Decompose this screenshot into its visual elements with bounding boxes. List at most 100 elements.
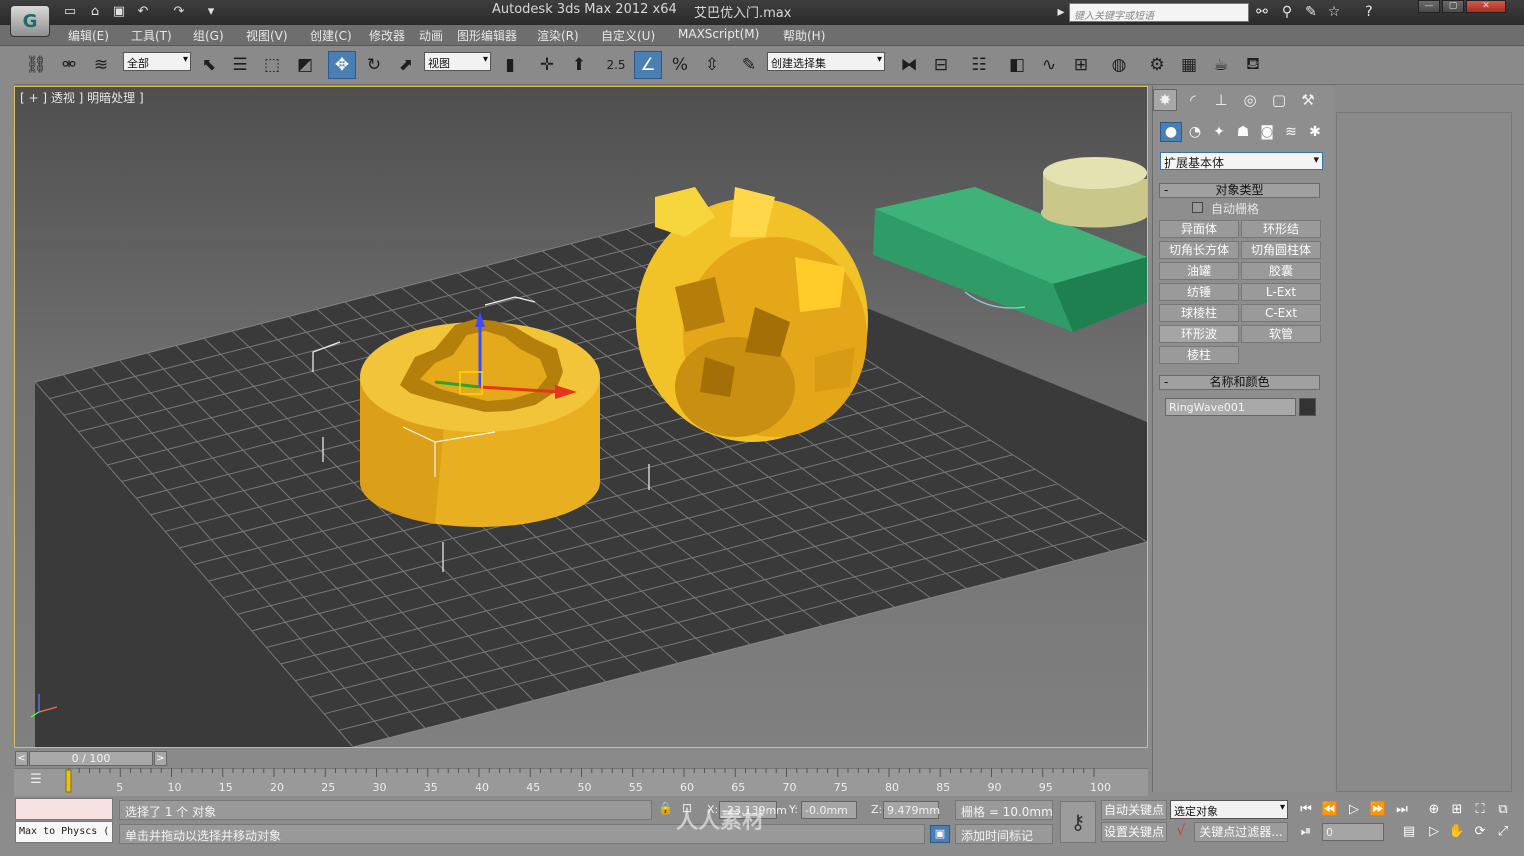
cameras-icon[interactable]: ☗ <box>1232 122 1254 142</box>
utilities-tab-icon[interactable]: ⚒ <box>1296 89 1320 111</box>
snaps-toggle-icon[interactable]: 2.5 <box>602 51 630 79</box>
zoom-all-icon[interactable]: ⊞ <box>1447 801 1467 819</box>
ref-coord-dropdown[interactable]: 视图 <box>424 52 491 71</box>
auto-key-button[interactable]: 自动关键点 <box>1101 800 1167 820</box>
percent-snap-icon[interactable]: % <box>666 51 694 79</box>
ringwave-button[interactable]: 环形波 <box>1159 325 1239 343</box>
communication-icon[interactable]: ✎ <box>1302 4 1320 21</box>
next-frame-icon[interactable]: > <box>154 751 167 766</box>
selection-filter-dropdown[interactable]: 全部 <box>123 52 191 71</box>
time-cursor[interactable] <box>65 769 72 793</box>
motion-tab-icon[interactable]: ◎ <box>1238 89 1262 111</box>
torus-knot-button[interactable]: 环形结 <box>1241 220 1321 238</box>
bind-space-warp-icon[interactable]: ≋ <box>87 51 115 79</box>
render-setup-icon[interactable]: ⚙ <box>1143 51 1171 79</box>
hose-button[interactable]: 软管 <box>1241 325 1321 343</box>
set-key-icon[interactable]: ⚷ <box>1060 801 1096 843</box>
zoom-extents-icon[interactable]: ⛶ <box>1470 801 1490 819</box>
select-by-name-icon[interactable]: ☰ <box>226 51 254 79</box>
c-ext-button[interactable]: C-Ext <box>1241 304 1321 322</box>
curve-editor-icon[interactable]: ∿ <box>1035 51 1063 79</box>
menu-help[interactable]: 帮助(H) <box>783 27 825 44</box>
autogrid-checkbox[interactable] <box>1192 202 1203 213</box>
help-icon[interactable]: ? <box>1360 4 1378 21</box>
new-file-icon[interactable]: ▭ <box>61 4 79 20</box>
save-icon[interactable]: ▣ <box>110 4 128 20</box>
cylinder-object[interactable] <box>1040 157 1147 228</box>
viewport-scene[interactable] <box>15 87 1147 747</box>
object-color-swatch[interactable] <box>1299 398 1316 416</box>
favorites-icon[interactable]: ☆ <box>1325 4 1343 21</box>
binoculars-icon[interactable]: ⚯ <box>1253 4 1271 21</box>
mirror-icon[interactable]: ⧓ <box>895 51 923 79</box>
default-tangent-icon[interactable]: √ <box>1172 823 1190 841</box>
select-scale-icon[interactable]: ⬈ <box>392 51 420 79</box>
lights-icon[interactable]: ✦ <box>1208 122 1230 142</box>
z-coordinate-field[interactable]: 9.479mm <box>883 801 940 819</box>
menu-maxscript[interactable]: MAXScript(M) <box>678 27 759 41</box>
ringwave-object[interactable] <box>359 312 600 527</box>
next-key-icon[interactable]: ⏩ <box>1368 801 1388 819</box>
time-tag-icon[interactable]: ▣ <box>930 825 950 843</box>
hedra-object[interactable] <box>636 187 868 442</box>
menu-edit[interactable]: 编辑(E) <box>68 27 109 44</box>
goto-start-icon[interactable]: ⏮ <box>1296 801 1316 819</box>
menu-tools[interactable]: 工具(T) <box>131 27 172 44</box>
menu-views[interactable]: 视图(V) <box>246 27 288 44</box>
close-button[interactable]: ✕ <box>1466 0 1506 13</box>
display-tab-icon[interactable]: ▢ <box>1267 89 1291 111</box>
schematic-view-icon[interactable]: ⊞ <box>1067 51 1095 79</box>
align-icon[interactable]: ⊟ <box>927 51 955 79</box>
customize-qa-icon[interactable]: ▾ <box>202 4 220 20</box>
hedra-button[interactable]: 异面体 <box>1159 220 1239 238</box>
time-config-icon[interactable]: ▤ <box>1399 823 1419 841</box>
fov-icon[interactable]: ▷ <box>1424 823 1444 841</box>
prism-button[interactable]: 棱柱 <box>1159 346 1239 364</box>
maximize-viewport-icon[interactable]: ⤢ <box>1493 823 1513 841</box>
space-warps-icon[interactable]: ≋ <box>1280 122 1302 142</box>
maxscript-listener[interactable] <box>15 798 113 820</box>
named-selection-dropdown[interactable]: 创建选择集 <box>767 52 885 71</box>
subscription-icon[interactable]: ⚲ <box>1278 4 1296 21</box>
search-expand-icon[interactable]: ▸ <box>1055 4 1067 21</box>
object-name-field[interactable]: RingWave001 <box>1165 398 1296 416</box>
unlink-icon[interactable]: ⚮ <box>55 51 83 79</box>
set-key-mode-button[interactable]: 设置关键点 <box>1101 822 1167 842</box>
capsule-button[interactable]: 胶囊 <box>1241 262 1321 280</box>
graphite-tools-icon[interactable]: ◧ <box>1003 51 1031 79</box>
orbit-icon[interactable]: ⟳ <box>1470 823 1490 841</box>
pan-icon[interactable]: ✋ <box>1447 823 1467 841</box>
link-icon[interactable]: ⛓ <box>22 51 50 79</box>
menu-group[interactable]: 组(G) <box>193 27 224 44</box>
helpers-icon[interactable]: ◙ <box>1256 122 1278 142</box>
maxscript-mini-listener[interactable]: Max to Physcs ( <box>15 821 113 843</box>
geometry-category-dropdown[interactable]: 扩展基本体 <box>1160 152 1323 170</box>
window-crossing-icon[interactable]: ◩ <box>291 51 319 79</box>
undo-icon[interactable]: ↶ <box>134 4 152 20</box>
select-move-icon[interactable]: ✥ <box>328 51 356 79</box>
menu-rendering[interactable]: 渲染(R) <box>537 27 579 44</box>
zoom-extents-all-icon[interactable]: ⧉ <box>1493 801 1513 819</box>
maximize-button[interactable]: ▢ <box>1442 0 1464 13</box>
menu-customize[interactable]: 自定义(U) <box>601 27 655 44</box>
rendered-frame-icon[interactable]: ▦ <box>1175 51 1203 79</box>
geometry-icon[interactable]: ● <box>1160 122 1182 142</box>
search-input[interactable]: 键入关键字或短语 <box>1069 3 1249 22</box>
spinner-snap-icon[interactable]: ⇳ <box>698 51 726 79</box>
select-object-icon[interactable]: ⬉ <box>195 51 223 79</box>
object-type-rollout[interactable]: - 对象类型 <box>1159 183 1320 198</box>
create-tab-icon[interactable]: ✸ <box>1153 89 1177 111</box>
systems-icon[interactable]: ✱ <box>1304 122 1326 142</box>
current-frame-field[interactable]: 0 <box>1322 823 1384 841</box>
key-target-dropdown[interactable]: 选定对象 <box>1170 800 1288 819</box>
manipulate-icon[interactable]: ✛ <box>533 51 561 79</box>
prev-key-icon[interactable]: ⏪ <box>1320 801 1340 819</box>
l-ext-button[interactable]: L-Ext <box>1241 283 1321 301</box>
menu-modifiers[interactable]: 修改器 <box>369 27 405 44</box>
app-logo-icon[interactable]: G <box>10 5 50 37</box>
select-rotate-icon[interactable]: ↻ <box>360 51 388 79</box>
add-time-tag[interactable]: 添加时间标记 <box>955 824 1053 844</box>
rect-selection-icon[interactable]: ⬚ <box>258 51 286 79</box>
menu-graph-editors[interactable]: 图形编辑器 <box>457 27 517 44</box>
time-slider[interactable]: 0 / 100 <box>29 751 153 766</box>
